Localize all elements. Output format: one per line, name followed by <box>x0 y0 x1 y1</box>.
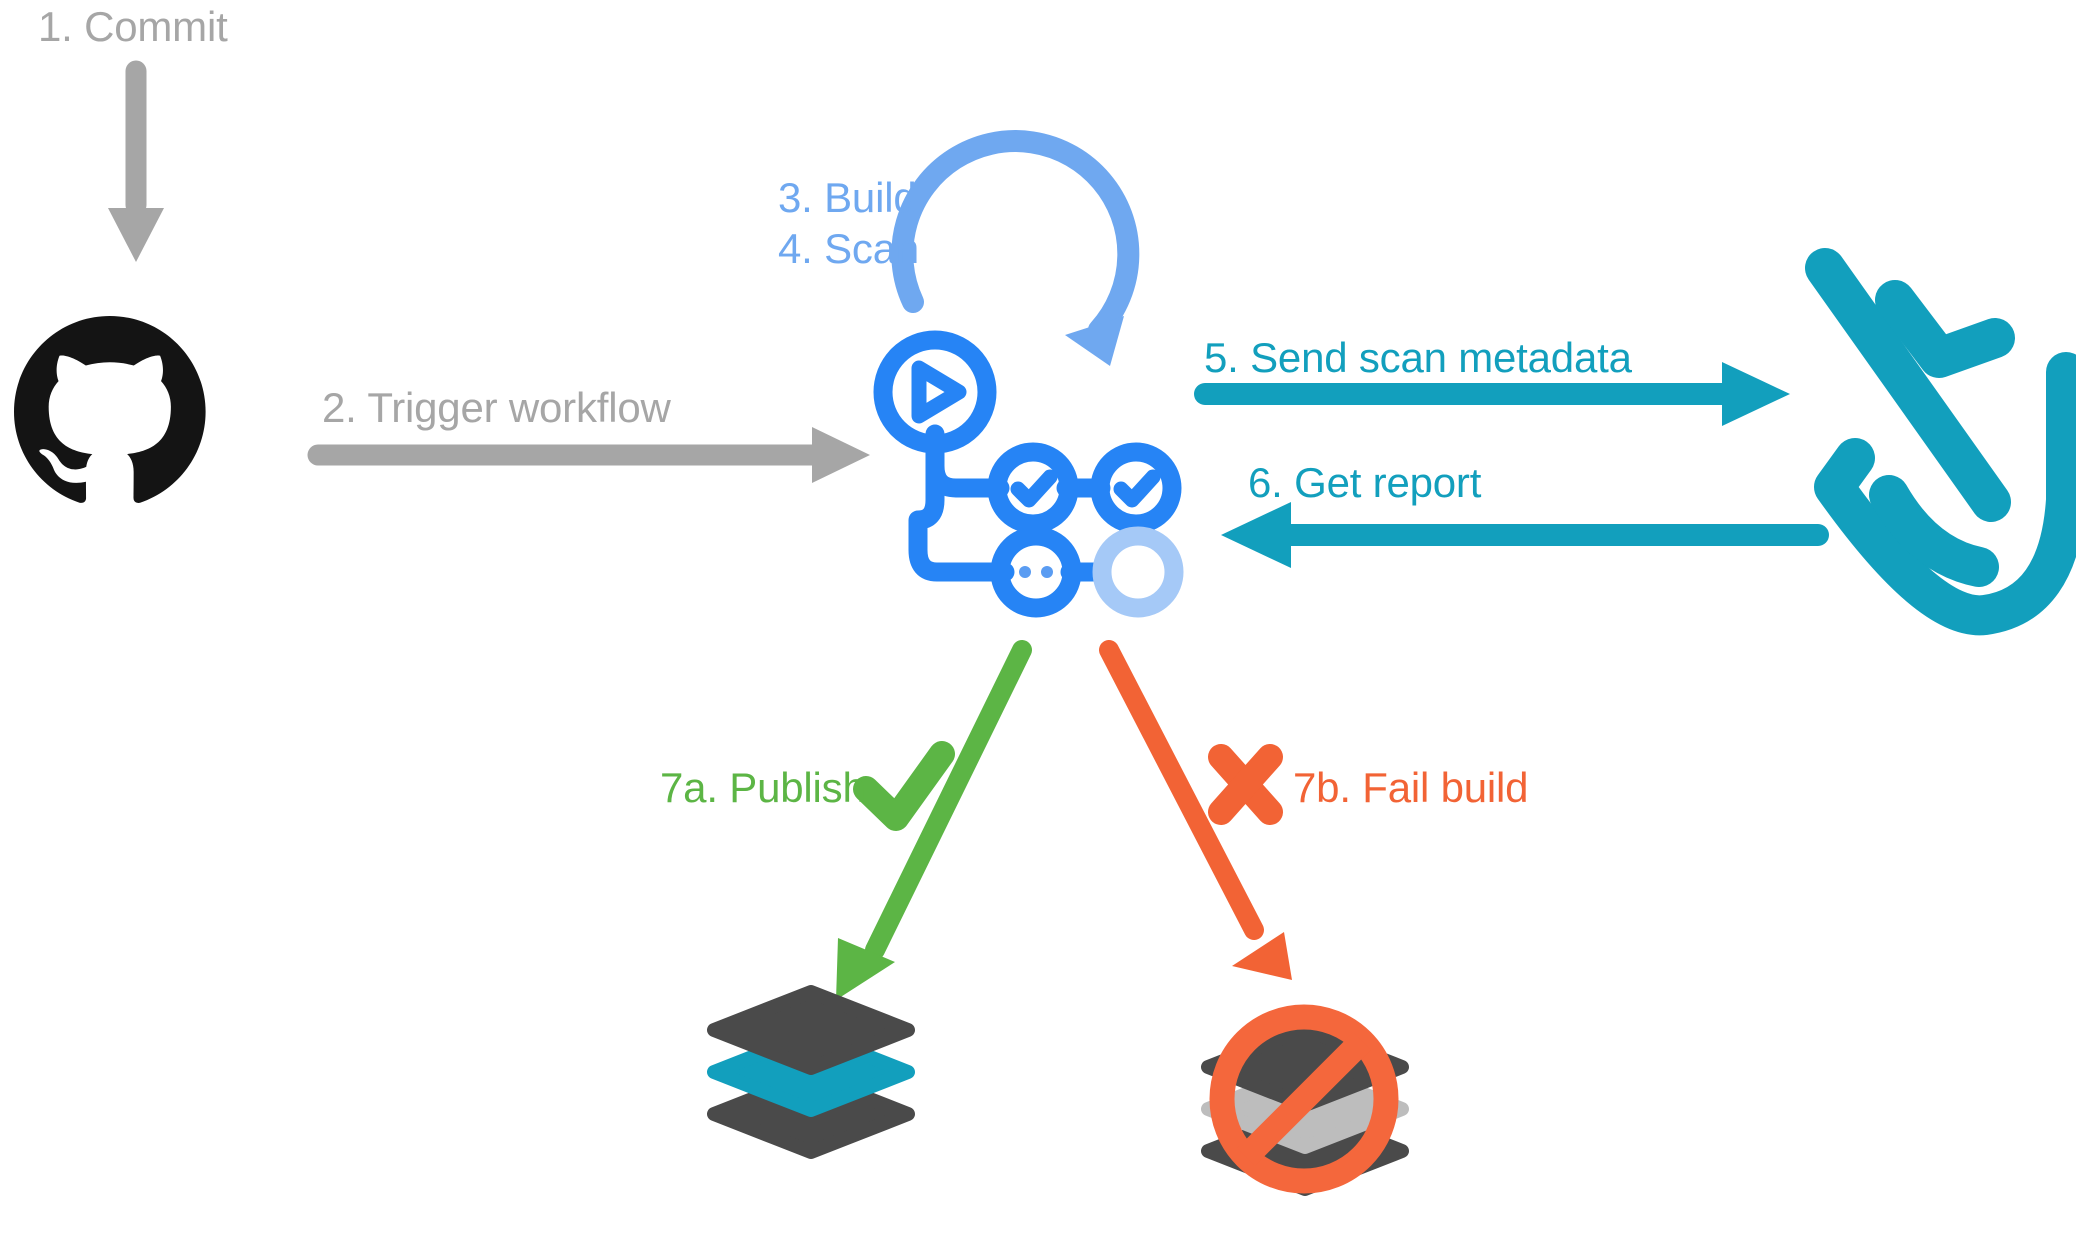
step-label-send-scan-metadata: 5. Send scan metadata <box>1204 334 1632 381</box>
arrow-diagonal-down-left-icon <box>836 640 1032 1000</box>
arrow-right-icon <box>307 427 870 483</box>
arrow-left-icon <box>1221 502 1829 568</box>
step-label-build: 3. Build <box>778 174 917 221</box>
step-label-publish: 7a. Publish <box>660 764 866 811</box>
diagram-graphics <box>14 60 2076 1196</box>
blocked-container-image-icon <box>1201 1004 1409 1196</box>
github-actions-workflow-icon <box>873 330 1184 618</box>
cross-mark-icon <box>1208 744 1283 825</box>
github-octocat-icon <box>14 316 206 503</box>
diagram-canvas: 1. Commit 2. Trigger workflow 3. Build 4… <box>0 0 2076 1255</box>
anchore-logo-icon <box>1805 248 2076 636</box>
check-mark-icon <box>853 741 955 831</box>
step-label-fail-build: 7b. Fail build <box>1293 764 1529 811</box>
arrow-down-icon <box>108 60 164 262</box>
step-label-get-report: 6. Get report <box>1248 459 1482 506</box>
step-label-trigger-workflow: 2. Trigger workflow <box>322 384 671 431</box>
container-image-layers-icon <box>707 985 915 1159</box>
step-label-commit: 1. Commit <box>38 3 228 50</box>
step-label-scan: 4. Scan <box>778 225 920 272</box>
